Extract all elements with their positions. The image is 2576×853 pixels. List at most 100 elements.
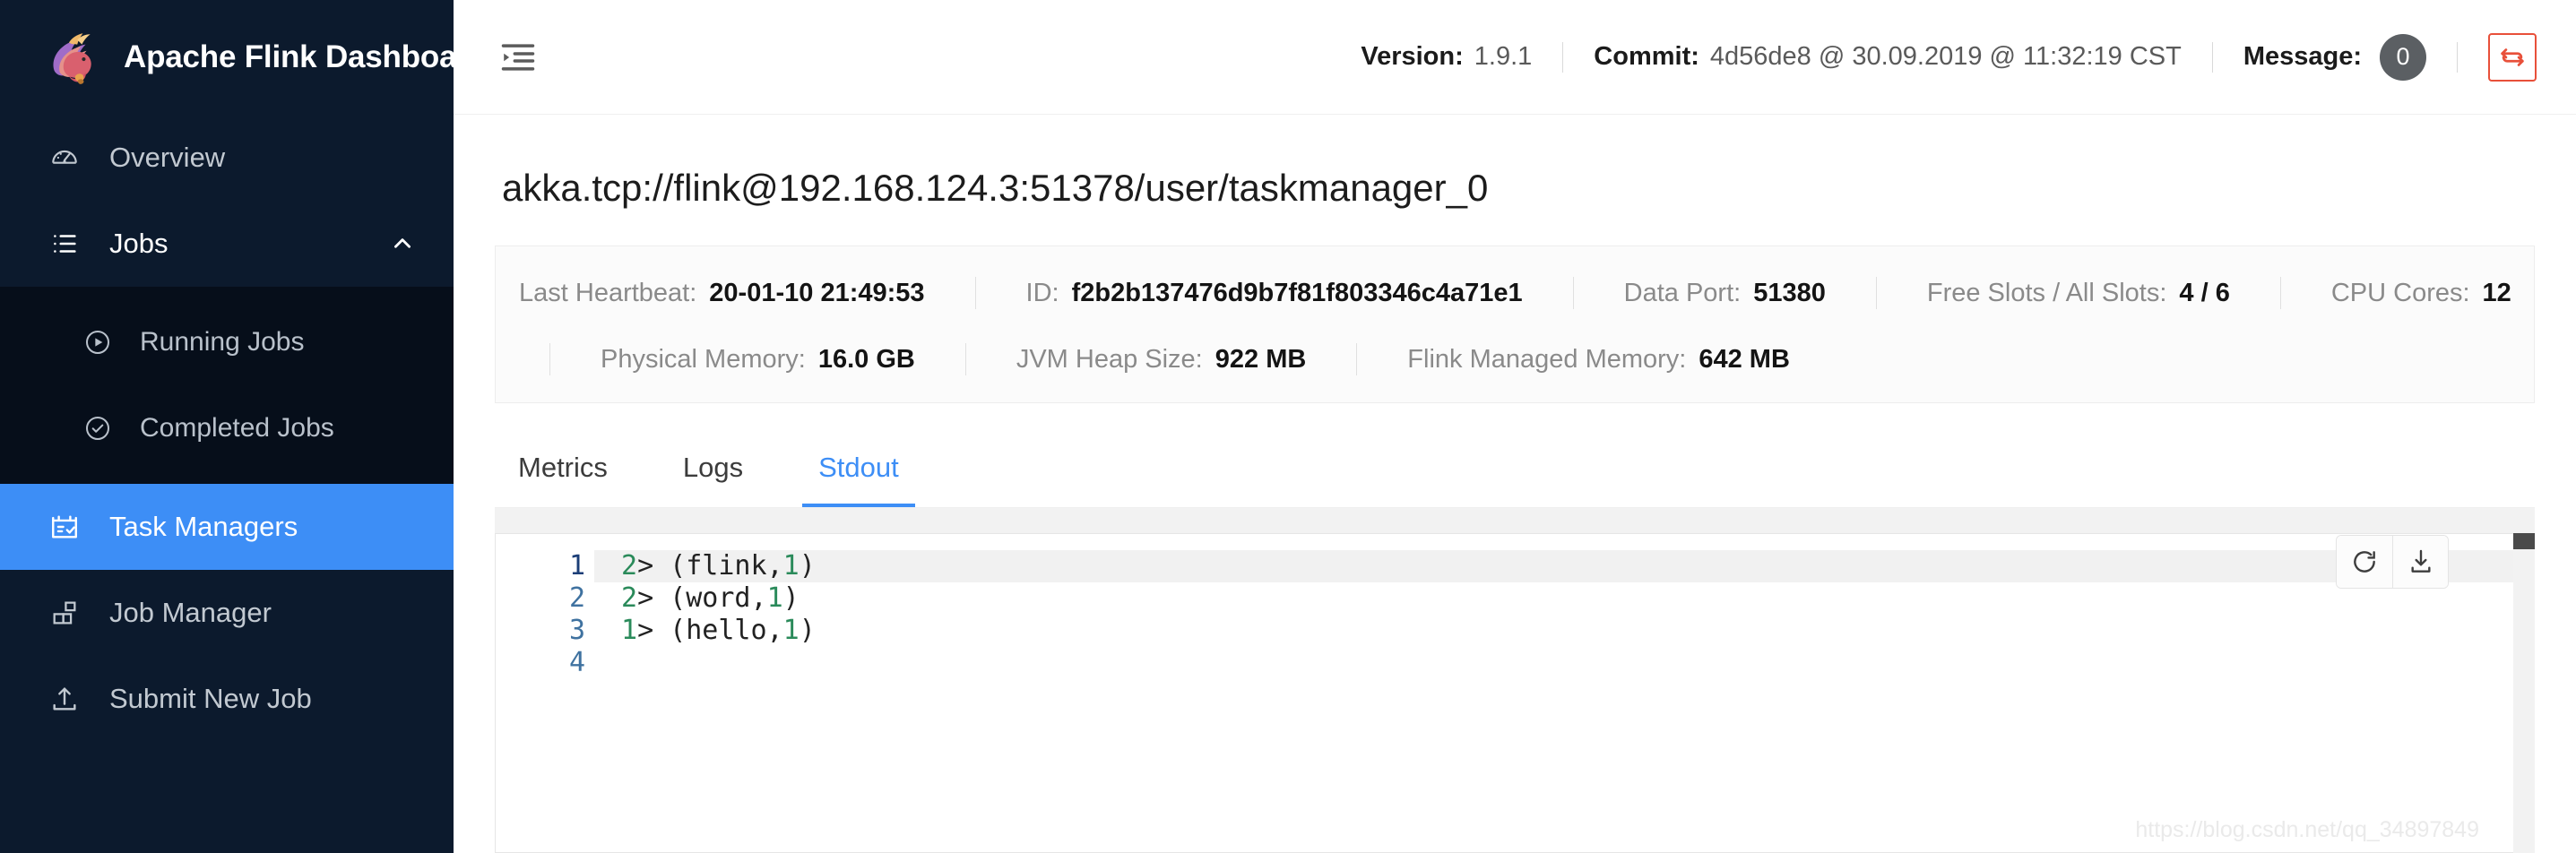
flink-squirrel-logo xyxy=(41,28,100,87)
info-value: 20-01-10 21:49:53 xyxy=(709,278,925,307)
sidebar-item-completed-jobs[interactable]: Completed Jobs xyxy=(0,385,454,471)
check-circle-icon xyxy=(82,413,113,444)
info-key: Last Heartbeat: xyxy=(519,278,697,307)
info-value: f2b2b137476d9b7f81f803346c4a71e1 xyxy=(1071,278,1523,307)
sidebar-item-label: Completed Jobs xyxy=(140,413,334,443)
line-number-gutter: 1 2 3 4 xyxy=(496,534,594,852)
code-line: 2> (word,1) xyxy=(594,582,2535,615)
info-value: 4 / 6 xyxy=(2179,278,2230,307)
info-free-slots: Free Slots / All Slots: 4 / 6 xyxy=(1927,279,2230,308)
reload-icon[interactable] xyxy=(2337,536,2392,588)
sidebar-item-label: Submit New Job xyxy=(109,683,312,714)
menu-fold-icon[interactable] xyxy=(495,34,541,81)
sidebar-item-label: Overview xyxy=(109,142,226,173)
info-value: 51380 xyxy=(1753,278,1826,307)
scrollbar-thumb[interactable] xyxy=(2513,533,2535,549)
brand-title: Apache Flink Dashboard xyxy=(124,39,488,74)
sync-refresh-icon[interactable] xyxy=(2488,32,2537,82)
code-token-number: 1 xyxy=(766,582,783,614)
upload-icon xyxy=(48,683,81,715)
line-number: 4 xyxy=(568,647,585,678)
code-token-text: ) xyxy=(799,615,816,646)
jobs-submenu: Running Jobs Completed Jobs xyxy=(0,287,454,484)
topbar: Version: 1.9.1 Commit: 4d56de8 @ 30.09.2… xyxy=(454,0,2576,115)
divider xyxy=(2211,41,2213,73)
chevron-up-icon[interactable] xyxy=(391,232,414,255)
info-value: 16.0 GB xyxy=(817,344,915,374)
sidebar: Apache Flink Dashboard Overview Jobs Run… xyxy=(0,0,488,853)
info-cpu-cores: CPU Cores: 12 xyxy=(2331,279,2511,308)
message-count-badge[interactable]: 0 xyxy=(2380,33,2426,81)
tab-bar: Metrics Logs Stdout xyxy=(495,452,2535,508)
info-key: ID: xyxy=(1025,278,1059,307)
code-token-number: 1 xyxy=(621,615,638,646)
sidebar-item-jobs[interactable]: Jobs xyxy=(0,201,454,287)
info-key: Physical Memory: xyxy=(601,344,806,374)
blocks-icon xyxy=(48,597,81,629)
sidebar-nav: Overview Jobs Running Jobs Completed Job… xyxy=(0,115,454,742)
info-row-1: Last Heartbeat: 20-01-10 21:49:53 ID: f2… xyxy=(496,277,2534,309)
download-icon[interactable] xyxy=(2392,536,2448,588)
code-token-number: 2 xyxy=(621,582,638,614)
app-root: Apache Flink Dashboard Overview Jobs Run… xyxy=(0,0,2576,853)
sidebar-item-overview[interactable]: Overview xyxy=(0,115,454,201)
sidebar-item-label: Job Manager xyxy=(109,597,272,628)
info-id: ID: f2b2b137476d9b7f81f803346c4a71e1 xyxy=(1026,279,1523,308)
content-area: akka.tcp://flink@192.168.124.3:51378/use… xyxy=(454,115,2576,853)
divider xyxy=(1875,277,1877,309)
brand[interactable]: Apache Flink Dashboard xyxy=(0,0,488,115)
sidebar-item-submit-new-job[interactable]: Submit New Job xyxy=(0,656,454,742)
taskmanager-info-card: Last Heartbeat: 20-01-10 21:49:53 ID: f2… xyxy=(495,246,2535,403)
code-editor[interactable]: 1 2 3 4 2> (flink,1) 2> (word,1) 1> (hel… xyxy=(495,533,2535,853)
sidebar-item-running-jobs[interactable]: Running Jobs xyxy=(0,299,454,385)
tab-logs[interactable]: Logs xyxy=(667,452,759,507)
info-flink-managed-memory: Flink Managed Memory: 642 MB xyxy=(1407,345,1790,375)
info-data-port: Data Port: 51380 xyxy=(1624,279,1826,308)
divider xyxy=(549,343,550,375)
info-row-2: Physical Memory: 16.0 GB JVM Heap Size: … xyxy=(496,343,2534,375)
code-lines: 2> (flink,1) 2> (word,1) 1> (hello,1) xyxy=(594,534,2535,852)
commit-label: Commit: xyxy=(1594,42,1699,71)
sidebar-item-job-manager[interactable]: Job Manager xyxy=(0,570,454,656)
sidebar-item-label: Running Jobs xyxy=(140,327,305,357)
line-number: 1 xyxy=(568,550,585,582)
code-line: 2> (flink,1) xyxy=(594,550,2535,582)
code-token-number: 1 xyxy=(782,550,800,582)
line-number: 3 xyxy=(568,615,585,646)
tab-metrics[interactable]: Metrics xyxy=(502,452,624,507)
stdout-panel: 1 2 3 4 2> (flink,1) 2> (word,1) 1> (hel… xyxy=(495,508,2535,853)
page-title: akka.tcp://flink@192.168.124.3:51378/use… xyxy=(502,167,1489,209)
tab-stdout[interactable]: Stdout xyxy=(802,452,915,507)
calendar-check-icon xyxy=(48,511,81,543)
info-key: CPU Cores: xyxy=(2330,278,2470,307)
sidebar-item-label: Task Managers xyxy=(109,511,298,542)
info-value: 922 MB xyxy=(1215,344,1307,374)
play-circle-icon xyxy=(82,327,113,358)
divider xyxy=(974,277,976,309)
info-key: JVM Heap Size: xyxy=(1016,344,1203,374)
code-token-text: ) xyxy=(799,550,816,582)
list-icon xyxy=(48,228,81,260)
sidebar-item-task-managers[interactable]: Task Managers xyxy=(0,484,454,570)
divider xyxy=(2457,41,2458,73)
info-key: Data Port: xyxy=(1623,278,1742,307)
version-label: Version: xyxy=(1361,42,1464,71)
info-value: 12 xyxy=(2482,278,2511,307)
code-token-number: 1 xyxy=(782,615,800,646)
dashboard-gauge-icon xyxy=(48,142,81,174)
main-area: Version: 1.9.1 Commit: 4d56de8 @ 30.09.2… xyxy=(454,0,2576,853)
editor-scrollbar[interactable] xyxy=(2513,533,2535,853)
message-label: Message: xyxy=(2243,42,2362,71)
divider xyxy=(964,343,966,375)
code-line: 1> (hello,1) xyxy=(594,615,2535,647)
info-jvm-heap-size: JVM Heap Size: 922 MB xyxy=(1016,345,1306,375)
info-key: Free Slots / All Slots: xyxy=(1926,278,2167,307)
code-token-text: > (hello, xyxy=(637,615,783,646)
info-value: 642 MB xyxy=(1699,344,1790,374)
code-token-number: 2 xyxy=(621,550,638,582)
topbar-info: Version: 1.9.1 Commit: 4d56de8 @ 30.09.2… xyxy=(1361,32,2537,82)
editor-action-group xyxy=(2336,535,2449,589)
info-key: Flink Managed Memory: xyxy=(1407,344,1687,374)
code-token-text: ) xyxy=(782,582,800,614)
